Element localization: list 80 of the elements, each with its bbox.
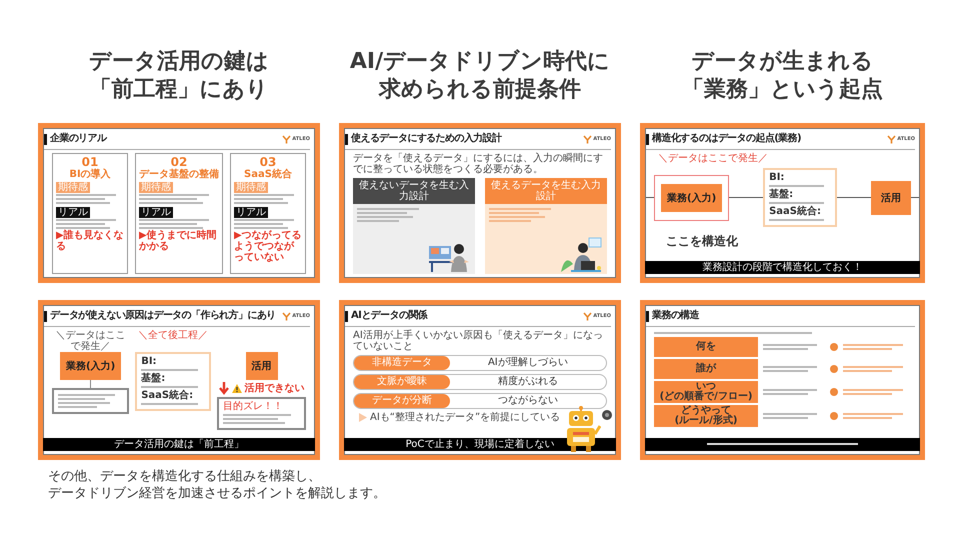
footer-banner: データ活用の鍵は「前工程」 bbox=[43, 438, 315, 451]
result-text: ▶誰も見なくなる bbox=[56, 230, 124, 252]
card-number: 03 bbox=[260, 156, 276, 169]
heading: データ活用の鍵は 「前工程」にあり bbox=[88, 48, 270, 104]
result-text: ▶使うまでに時間かかる bbox=[139, 230, 218, 252]
label-text: 何を bbox=[694, 342, 717, 352]
process-label: SaaS統合: bbox=[769, 206, 822, 217]
slide-title: AIとデータの関係 bbox=[351, 310, 429, 322]
heading: データが生まれる 「業務」という起点 bbox=[681, 48, 884, 104]
title-marker bbox=[345, 134, 348, 144]
card-title: SaaS統合 bbox=[244, 169, 292, 180]
slide-title: データが使えない原因はデータの「作られ方」にあり bbox=[50, 310, 277, 322]
tag: 期待感 bbox=[56, 182, 90, 193]
title-marker bbox=[646, 134, 649, 144]
logo-icon bbox=[887, 134, 896, 144]
warning-text: 活用できない bbox=[244, 383, 305, 394]
tag: 期待感 bbox=[234, 182, 268, 193]
process-label: BI: bbox=[769, 172, 786, 183]
output-box: 活用 bbox=[871, 180, 912, 214]
title-marker bbox=[345, 310, 348, 322]
cause-label: 文脈が曖昧 bbox=[354, 375, 450, 389]
label-text: 誰が bbox=[695, 364, 718, 374]
logo-icon bbox=[583, 312, 592, 320]
cause-label: データが分断 bbox=[354, 394, 450, 408]
input-box: 業務(入力) bbox=[60, 352, 122, 380]
title-marker bbox=[44, 310, 47, 322]
process-label: BI: bbox=[141, 356, 158, 367]
note-text: ＼データはここで発生／ bbox=[54, 330, 127, 352]
down-arrow-icon bbox=[218, 382, 229, 395]
detail-title: 目的ズレ！！ bbox=[223, 401, 284, 412]
slide-title: 構造化するのはデータの起点(業務) bbox=[652, 133, 802, 145]
tag: リアル bbox=[56, 207, 90, 218]
effect-text: つながらない bbox=[496, 395, 559, 407]
card-title: データ基盤の整備 bbox=[139, 169, 219, 180]
slide-title: 使えるデータにするための入力設計 bbox=[351, 133, 503, 145]
label-text: どうやって bbox=[680, 406, 731, 416]
circle-icon bbox=[830, 343, 838, 351]
gear-icon bbox=[602, 410, 612, 420]
cause-label: 非構造データ bbox=[354, 356, 450, 370]
tag: 期待感 bbox=[139, 182, 173, 193]
warning-icon bbox=[232, 384, 242, 393]
process-label: SaaS統合: bbox=[141, 390, 194, 401]
heading: AI/データドリブン時代に 求められる前提条件 bbox=[348, 48, 612, 104]
title-marker bbox=[646, 310, 649, 322]
footer-banner: 業務設計の段階で構造化しておく！ bbox=[645, 261, 920, 274]
process-label: 基盤: bbox=[141, 373, 166, 384]
panel-heading: 使えないデータを生む入力設計 bbox=[353, 178, 475, 204]
play-arrow-icon bbox=[359, 413, 367, 422]
label-text: (どの順番で/フロー) bbox=[658, 392, 754, 402]
lead-text: AI活用が上手くいかない原因も「使えるデータ」になっていないこと bbox=[353, 330, 604, 352]
logo-icon bbox=[583, 134, 592, 144]
tag: リアル bbox=[139, 207, 173, 218]
note-text: AIも“整理されたデータ”を前提にしている bbox=[370, 412, 560, 423]
circle-icon bbox=[830, 388, 838, 396]
tag: リアル bbox=[234, 207, 268, 218]
focus-label: ここを構造化 bbox=[666, 233, 739, 250]
title-marker bbox=[44, 134, 47, 144]
caption-text: その他、データを構造化する仕組みを構築し、 データドリブン経営を加速させるポイントを解説します。 bbox=[48, 468, 387, 502]
label-text: いつ bbox=[696, 382, 716, 392]
circle-icon bbox=[830, 412, 838, 420]
note-text: ＼全て後工程／ bbox=[138, 330, 208, 343]
slide-title: 業務の構造 bbox=[652, 310, 700, 322]
note-text: ＼データはここで発生／ bbox=[658, 153, 768, 164]
card-number: 01 bbox=[82, 156, 98, 169]
result-text: ▶つながってるようでつながっていない bbox=[234, 230, 302, 263]
logo-icon bbox=[282, 134, 292, 144]
circle-icon bbox=[830, 365, 838, 373]
card-number: 02 bbox=[170, 156, 188, 169]
footer-banner: PoCで止まり、現場に定着しない bbox=[344, 438, 616, 451]
output-box: 活用 bbox=[246, 352, 278, 380]
label-text: (ルール/形式) bbox=[674, 416, 738, 426]
effect-text: AIが理解しづらい bbox=[486, 357, 569, 369]
card-title: BIの導入 bbox=[69, 169, 111, 180]
process-label: 基盤: bbox=[769, 189, 794, 200]
lead-text: データを「使えるデータ」にするには、入力の瞬間にすでに整っている状態をつくる必要がある。 bbox=[353, 153, 604, 175]
slide-title: 企業のリアル bbox=[50, 133, 108, 145]
panel-heading: 使えるデータを生む入力設計 bbox=[485, 178, 607, 204]
effect-text: 精度がぶれる bbox=[496, 376, 559, 388]
input-box: 業務(入力) bbox=[661, 184, 722, 212]
logo-icon bbox=[282, 312, 292, 320]
